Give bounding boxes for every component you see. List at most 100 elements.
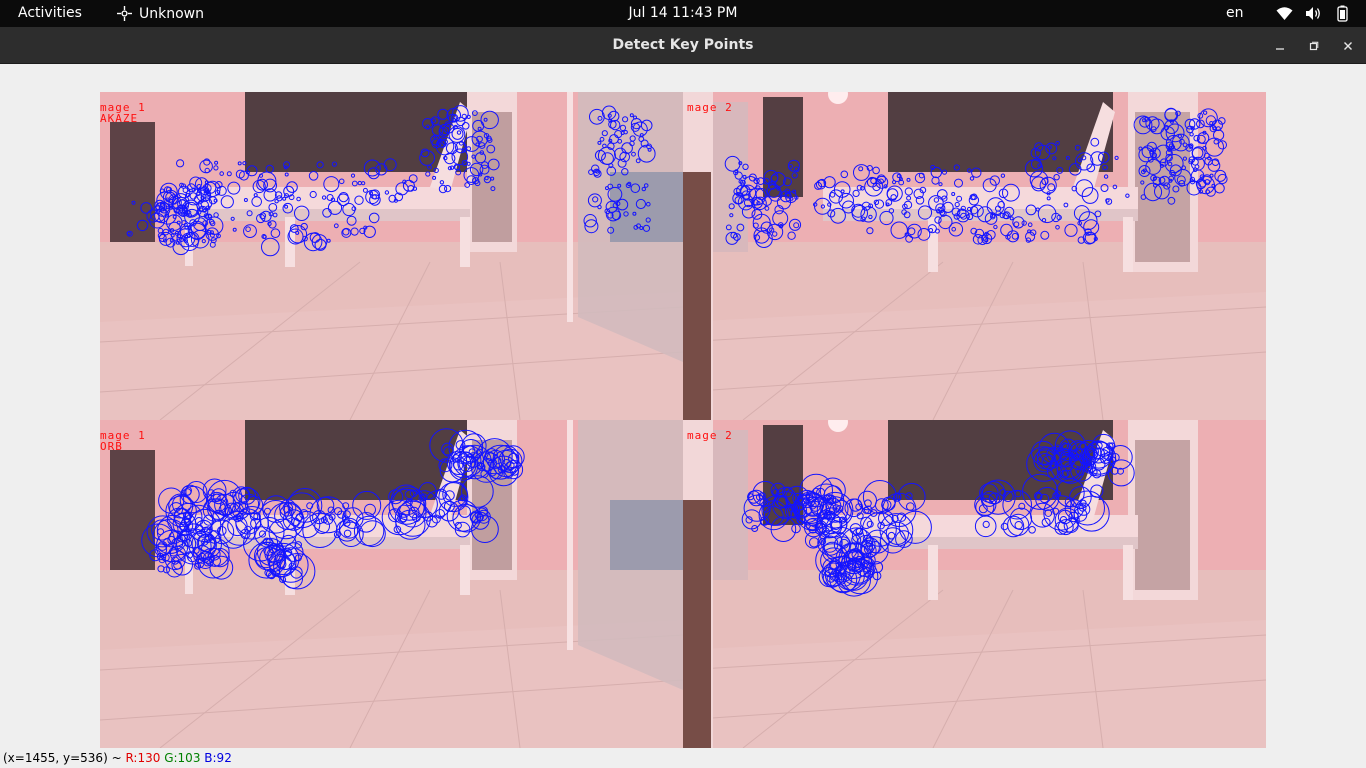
close-button[interactable]	[1337, 35, 1359, 57]
keypoint-marker	[856, 184, 863, 191]
keypoint-marker	[866, 227, 874, 235]
keypoint-marker	[954, 178, 963, 188]
keypoint-marker	[490, 176, 495, 181]
keypoint-marker	[888, 208, 895, 214]
keypoint-marker	[1000, 173, 1006, 178]
keypoint-marker	[314, 518, 331, 534]
keypoint-marker	[974, 515, 997, 538]
keypoint-overlay	[741, 430, 1135, 597]
keypoint-marker	[199, 159, 213, 174]
keypoints-image[interactable]: mage 1 AKAZE mage 2 mage 1 ORB mage 2	[100, 92, 1266, 748]
keypoint-marker	[284, 172, 289, 177]
keypoint-marker	[425, 171, 431, 177]
keypoint-marker	[858, 166, 864, 172]
keypoint-marker	[1022, 473, 1059, 510]
keypoint-marker	[432, 175, 437, 180]
keypoint-marker	[1047, 145, 1052, 150]
keypoint-marker	[454, 521, 471, 538]
keypoint-marker	[635, 158, 641, 164]
keypoint-marker	[1090, 137, 1100, 147]
keypoint-marker	[1112, 184, 1118, 190]
maximize-button[interactable]	[1303, 35, 1325, 57]
keypoint-marker	[645, 217, 651, 223]
keypoint-marker	[601, 152, 614, 165]
keypoint-marker	[357, 180, 362, 186]
keypoint-marker	[1140, 194, 1147, 200]
minimize-button[interactable]	[1269, 35, 1291, 57]
keypoint-marker	[953, 164, 960, 171]
keypoint-marker	[930, 166, 943, 179]
keypoint-marker	[907, 227, 916, 236]
keypoint-marker	[804, 531, 822, 549]
keypoint-marker	[1014, 490, 1022, 498]
keypoint-marker	[251, 196, 262, 207]
keypoint-marker	[170, 233, 175, 238]
keypoint-marker	[967, 168, 972, 173]
maximize-icon	[1309, 41, 1319, 51]
keypoint-marker	[343, 529, 352, 538]
keypoint-marker	[433, 167, 439, 174]
keypoint-marker	[487, 158, 500, 171]
keypoint-marker	[1209, 173, 1214, 178]
keypoint-marker	[1114, 155, 1119, 161]
keypoint-marker	[629, 113, 634, 118]
keypoint-marker	[1214, 169, 1227, 182]
keypoint-marker	[296, 196, 301, 202]
keypoint-marker	[748, 173, 757, 182]
clock[interactable]: Jul 14 11:43 PM	[629, 5, 738, 21]
keypoint-marker	[623, 211, 629, 217]
keypoint-marker	[1177, 134, 1182, 139]
keypoint-marker	[201, 239, 206, 244]
keypoint-marker	[755, 230, 773, 249]
keypoint-marker	[246, 210, 253, 217]
keypoint-marker	[176, 159, 185, 168]
keypoint-marker	[258, 173, 264, 178]
keypoint-marker	[461, 122, 470, 130]
keypoint-marker	[1053, 174, 1060, 181]
system-tray[interactable]	[1276, 5, 1351, 22]
keypoint-marker	[1028, 526, 1036, 534]
keypoint-marker	[316, 161, 324, 169]
keypoint-marker	[725, 231, 739, 245]
keypoint-marker	[464, 182, 471, 188]
keypoint-marker	[862, 480, 897, 514]
pixel-green-value: G:103	[164, 751, 201, 765]
keypoint-marker	[146, 209, 160, 223]
keypoint-marker	[597, 140, 602, 145]
keypoint-marker	[906, 502, 915, 511]
keypoint-marker	[906, 195, 912, 201]
keypoint-marker	[1205, 115, 1217, 126]
keypoint-marker	[896, 174, 901, 178]
keypoint-marker	[1006, 230, 1020, 243]
keypoint-marker	[936, 209, 941, 214]
keypoint-marker	[1125, 193, 1130, 198]
window-title-bar[interactable]: Detect Key Points	[0, 27, 1366, 64]
keypoint-marker	[840, 189, 845, 194]
activities-button[interactable]: Activities	[18, 5, 82, 21]
quadrant-top-right: mage 2	[683, 92, 1266, 420]
keypoint-marker	[433, 135, 438, 140]
language-indicator[interactable]: en	[1226, 5, 1244, 21]
app-menu[interactable]: Unknown	[116, 5, 204, 22]
keypoint-marker	[724, 155, 741, 172]
keypoint-marker	[787, 231, 796, 240]
keypoint-marker	[1043, 495, 1079, 531]
keypoint-marker	[906, 177, 911, 182]
keypoint-marker	[1167, 196, 1176, 205]
keypoint-marker	[588, 169, 594, 175]
keypoint-marker	[479, 164, 490, 175]
keypoint-marker	[607, 186, 623, 202]
keypoint-marker	[220, 195, 234, 209]
keypoint-marker	[309, 232, 321, 243]
keypoint-marker	[253, 193, 258, 198]
keypoint-marker	[182, 187, 189, 193]
keypoint-marker	[383, 158, 397, 172]
keypoint-marker	[639, 226, 644, 230]
keypoint-marker	[361, 181, 366, 186]
keypoint-marker	[431, 124, 444, 136]
keypoint-marker	[1143, 182, 1163, 202]
keypoint-marker	[840, 170, 849, 179]
keypoint-marker	[226, 171, 232, 177]
keypoint-marker	[140, 202, 153, 214]
keypoint-marker	[237, 161, 242, 166]
